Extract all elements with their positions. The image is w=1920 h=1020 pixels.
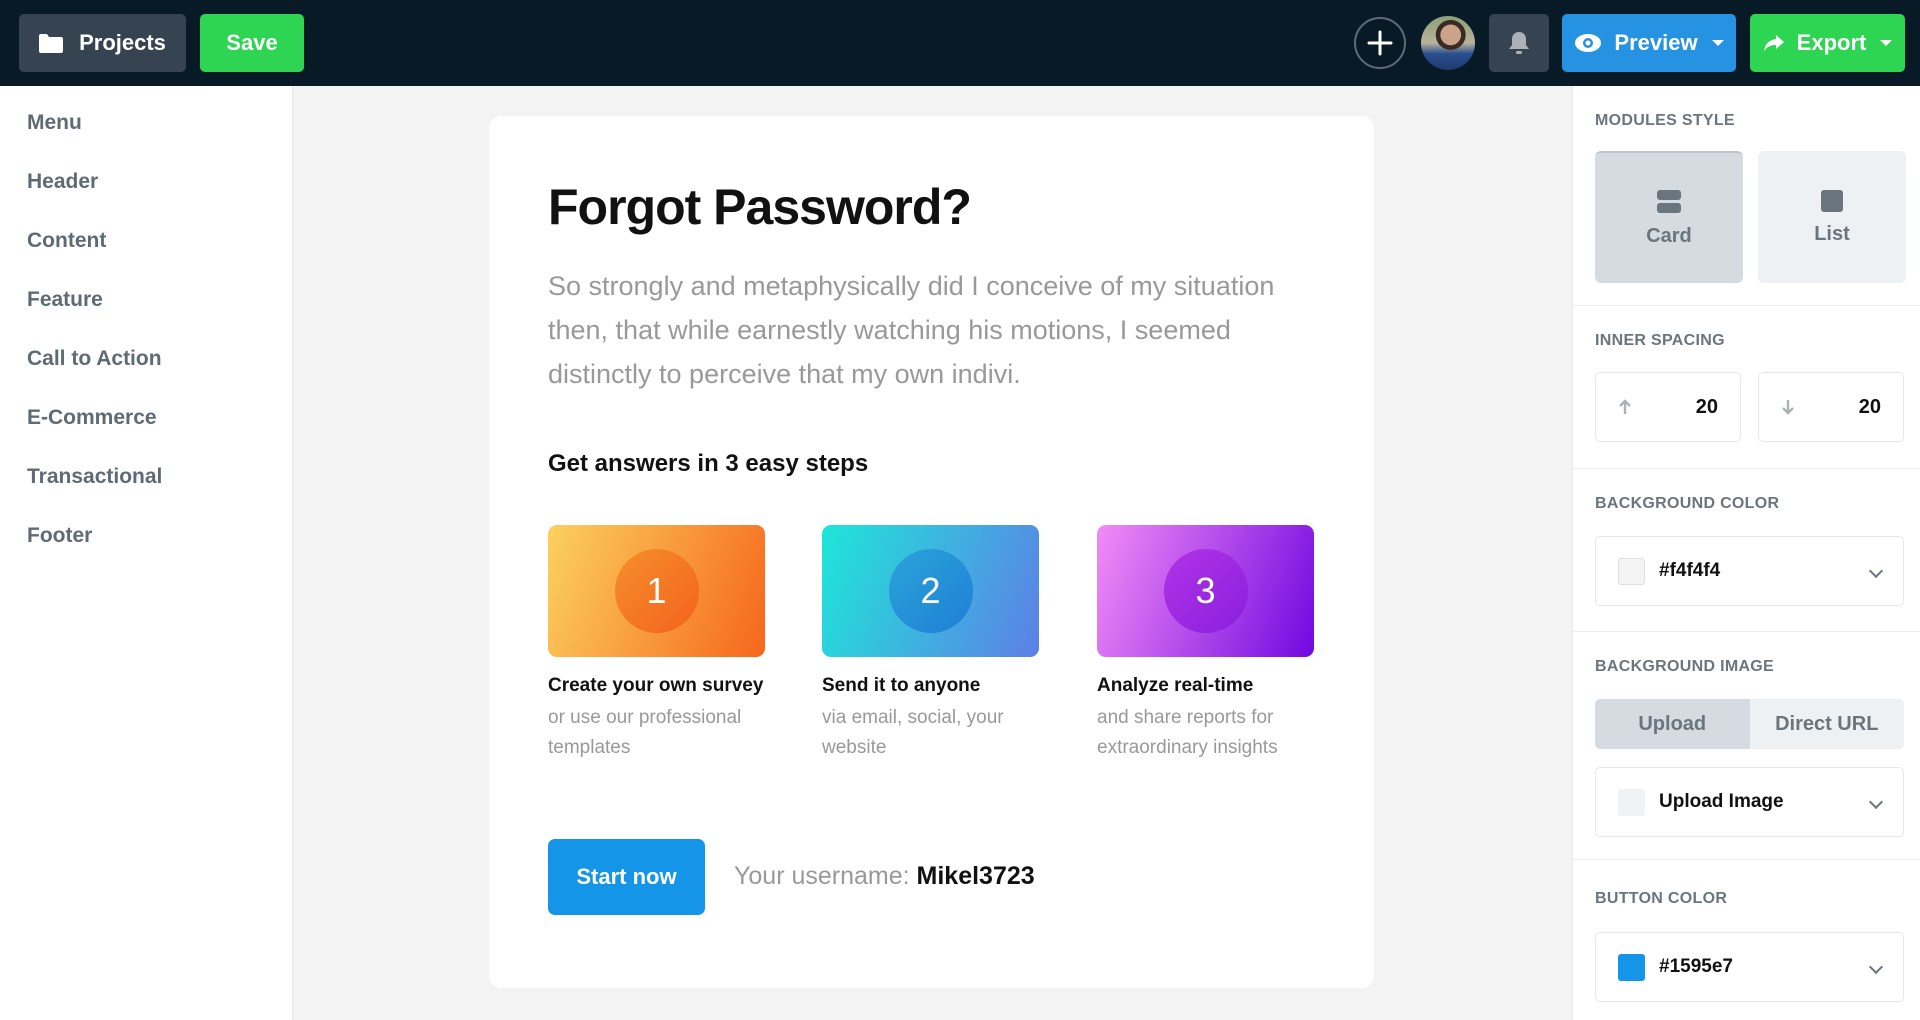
sidebar: Menu Header Content Feature Call to Acti…: [0, 86, 293, 1020]
step-title: Send it to anyone: [822, 675, 981, 696]
section-label: BACKGROUND COLOR: [1595, 495, 1780, 512]
background-color-select[interactable]: #f4f4f4: [1595, 536, 1904, 606]
inner-spacing-section: INNER SPACING 20 20: [1573, 306, 1920, 469]
caret-down-icon: [1880, 40, 1893, 46]
chevron-down-icon: [1868, 794, 1884, 810]
top-bar: Projects Save Preview Export: [0, 0, 1920, 86]
spacing-bottom-value: 20: [1858, 395, 1881, 418]
sidebar-item-menu[interactable]: Menu: [27, 111, 82, 135]
settings-panel: MODULES STYLE Card List INNER SPACING 20…: [1572, 86, 1920, 1020]
preview-label: Preview: [1614, 30, 1698, 55]
step-item: 2 Send it to anyone via email, social, y…: [822, 525, 1039, 763]
arrow-down-icon: [1782, 400, 1794, 415]
projects-button[interactable]: Projects: [19, 14, 186, 72]
upload-image-select[interactable]: Upload Image: [1595, 767, 1904, 837]
step-item: 1 Create your own survey or use our prof…: [548, 525, 765, 763]
card-layout-icon: [1657, 189, 1681, 213]
background-image-section: BACKGROUND IMAGE Upload Direct URL Uploa…: [1573, 632, 1920, 860]
section-label: MODULES STYLE: [1595, 112, 1735, 129]
projects-label: Projects: [79, 30, 166, 55]
plus-icon: [1367, 30, 1393, 56]
step-image: 3: [1097, 525, 1314, 657]
image-placeholder-swatch: [1618, 788, 1645, 816]
step-number: 3: [1163, 549, 1248, 633]
sidebar-item-header[interactable]: Header: [27, 170, 98, 194]
step-description: and share reports for extraordinary insi…: [1097, 707, 1278, 758]
button-color-section: BUTTON COLOR #1595e7: [1573, 860, 1920, 1020]
step-description: or use our professional templates: [548, 707, 742, 758]
chevron-down-icon: [1868, 563, 1884, 579]
username-value: Mikel3723: [916, 862, 1035, 890]
notifications-button[interactable]: [1489, 14, 1549, 72]
preview-button[interactable]: Preview: [1562, 14, 1736, 72]
save-button[interactable]: Save: [200, 14, 304, 72]
list-layout-icon: [1821, 189, 1843, 212]
background-color-value: #f4f4f4: [1659, 560, 1721, 581]
folder-icon: [39, 34, 64, 53]
style-option-card[interactable]: Card: [1595, 151, 1743, 283]
sidebar-item-transactional[interactable]: Transactional: [27, 465, 162, 489]
step-title: Analyze real-time: [1097, 675, 1254, 696]
page-title: Forgot Password?: [548, 179, 972, 235]
sidebar-item-content[interactable]: Content: [27, 229, 106, 253]
steps-heading: Get answers in 3 easy steps: [548, 450, 869, 477]
tab-upload[interactable]: Upload: [1595, 699, 1750, 749]
step-image: 1: [548, 525, 765, 657]
arrow-up-icon: [1619, 399, 1631, 414]
style-option-label: Card: [1646, 224, 1692, 247]
export-button[interactable]: Export: [1750, 14, 1905, 72]
background-image-tabs: Upload Direct URL: [1595, 699, 1904, 749]
modules-style-section: MODULES STYLE Card List: [1573, 86, 1920, 306]
color-swatch: [1618, 557, 1645, 585]
step-image: 2: [822, 525, 1039, 657]
section-label: BACKGROUND IMAGE: [1595, 658, 1775, 675]
username-label: Your username:: [734, 862, 910, 890]
eye-icon: [1575, 34, 1602, 52]
button-color-select[interactable]: #1595e7: [1595, 932, 1904, 1002]
export-label: Export: [1796, 30, 1867, 55]
sidebar-item-feature[interactable]: Feature: [27, 288, 103, 312]
start-now-button[interactable]: Start now: [548, 839, 705, 915]
step-number: 2: [888, 549, 973, 633]
tab-direct-url[interactable]: Direct URL: [1749, 699, 1904, 749]
chevron-down-icon: [1868, 959, 1884, 975]
share-arrow-icon: [1763, 35, 1784, 51]
caret-down-icon: [1711, 40, 1724, 46]
spacing-bottom-input[interactable]: 20: [1758, 372, 1904, 442]
section-label: INNER SPACING: [1595, 332, 1725, 349]
upload-image-label: Upload Image: [1659, 791, 1784, 812]
step-item: 3 Analyze real-time and share reports fo…: [1097, 525, 1314, 763]
lead-paragraph: So strongly and metaphysically did I con…: [548, 271, 1275, 389]
style-option-label: List: [1814, 222, 1850, 245]
step-number: 1: [614, 549, 699, 633]
section-label: BUTTON COLOR: [1595, 890, 1728, 907]
step-description: via email, social, your website: [822, 707, 1004, 758]
bell-icon: [1509, 32, 1529, 54]
button-color-value: #1595e7: [1659, 956, 1733, 977]
spacing-top-value: 20: [1695, 395, 1718, 418]
style-option-list[interactable]: List: [1758, 151, 1906, 283]
email-module-card[interactable]: Forgot Password? So strongly and metaphy…: [489, 116, 1374, 988]
spacing-top-input[interactable]: 20: [1595, 372, 1741, 442]
add-button[interactable]: [1354, 17, 1406, 69]
sidebar-item-e-commerce[interactable]: E-Commerce: [27, 406, 157, 430]
user-avatar[interactable]: [1421, 16, 1475, 70]
sidebar-item-footer[interactable]: Footer: [27, 524, 92, 548]
sidebar-item-call-to-action[interactable]: Call to Action: [27, 347, 162, 371]
username-line: Your username: Mikel3723: [734, 862, 1035, 891]
canvas-area: Forgot Password? So strongly and metaphy…: [293, 86, 1572, 1020]
step-title: Create your own survey: [548, 675, 764, 696]
background-color-section: BACKGROUND COLOR #f4f4f4: [1573, 469, 1920, 632]
color-swatch: [1618, 953, 1645, 981]
